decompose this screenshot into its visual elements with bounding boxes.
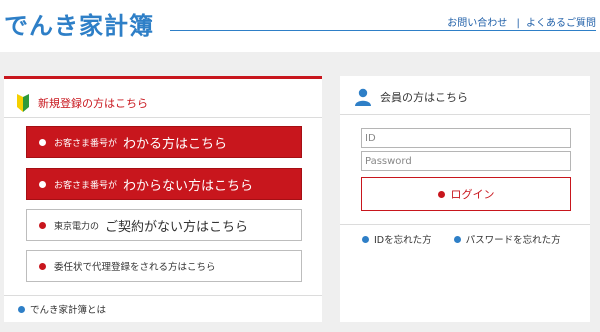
beginner-leaf-icon	[16, 94, 30, 112]
new-registration-heading: 新規登録の方はこちら	[16, 94, 148, 112]
forgot-password-link[interactable]: パスワードを忘れた方	[453, 232, 561, 246]
button-main-text: わからない方はこちら	[123, 178, 254, 194]
bullet-dot-icon	[39, 138, 46, 146]
forgot-id-label: IDを忘れた方	[374, 235, 432, 246]
header-link-separator: |	[516, 18, 520, 29]
header-divider	[170, 30, 596, 31]
left-panel-divider	[4, 117, 322, 118]
button-prefix-text: お客さま番号が	[54, 138, 118, 149]
member-login-panel: 会員の方はこちら ログイン IDを忘れた方 パスワードを忘れた方	[340, 76, 590, 322]
button-main-text: ご契約がない方はこちら	[105, 219, 249, 235]
button-prefix-text: お客さま番号が	[54, 180, 118, 191]
bullet-dot-icon	[18, 305, 25, 313]
customer-number-known-button[interactable]: お客さま番号が わかる方はこちら	[26, 126, 302, 158]
bullet-dot-icon	[39, 262, 46, 270]
login-button[interactable]: ログイン	[361, 177, 571, 211]
id-input[interactable]	[361, 128, 571, 148]
about-service-label: でんき家計簿とは	[30, 305, 107, 316]
login-label: ログイン	[450, 188, 495, 201]
bullet-dot-icon	[437, 190, 445, 198]
left-footer-divider	[4, 295, 322, 296]
right-panel-divider-bottom	[340, 224, 590, 225]
user-icon	[354, 88, 372, 106]
forgot-password-label: パスワードを忘れた方	[465, 235, 561, 246]
member-login-title: 会員の方はこちら	[380, 91, 468, 104]
proxy-registration-button[interactable]: 委任状で代理登録をされる方はこちら	[26, 250, 302, 282]
button-prefix-text: 東京電力の	[54, 221, 100, 232]
button-main-text: わかる方はこちら	[123, 136, 228, 152]
no-contract-button[interactable]: 東京電力の ご契約がない方はこちら	[26, 209, 302, 241]
button-main-text: 委任状で代理登録をされる方はこちら	[54, 262, 216, 273]
forgot-links: IDを忘れた方 パスワードを忘れた方	[362, 232, 583, 246]
site-logo[interactable]: でんき家計簿	[4, 6, 154, 41]
forgot-id-link[interactable]: IDを忘れた方	[362, 232, 432, 246]
new-registration-panel: 新規登録の方はこちら お客さま番号が わかる方はこちら お客さま番号が わからな…	[4, 76, 322, 322]
faq-link[interactable]: よくあるご質問	[526, 18, 596, 29]
about-service-link[interactable]: でんき家計簿とは	[18, 302, 106, 316]
new-registration-title: 新規登録の方はこちら	[38, 97, 148, 110]
member-login-heading: 会員の方はこちら	[354, 88, 468, 106]
customer-number-unknown-button[interactable]: お客さま番号が わからない方はこちら	[26, 168, 302, 200]
bullet-dot-icon	[453, 235, 461, 243]
right-panel-divider	[340, 114, 590, 115]
contact-link[interactable]: お問い合わせ	[447, 18, 507, 29]
bullet-dot-icon	[39, 180, 46, 188]
bullet-dot-icon	[362, 235, 369, 243]
site-header: でんき家計簿 お問い合わせ | よくあるご質問	[0, 0, 600, 52]
header-links: お問い合わせ | よくあるご質問	[447, 14, 596, 29]
bullet-dot-icon	[39, 221, 46, 229]
password-input[interactable]	[361, 151, 571, 171]
